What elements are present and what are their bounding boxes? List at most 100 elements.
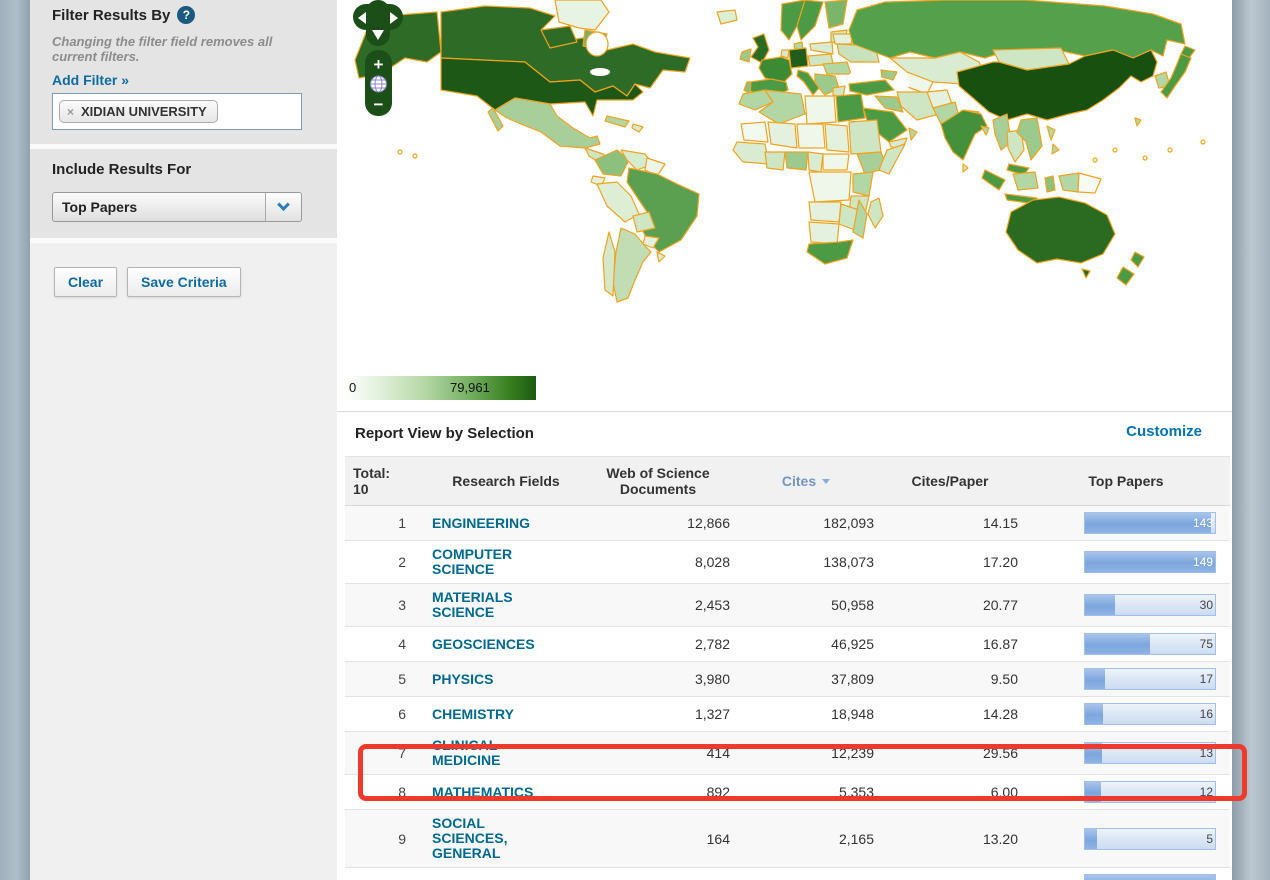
table-row: 6 CHEMISTRY 1,327 18,948 14.28 16 bbox=[345, 696, 1230, 731]
row-rank: 4 bbox=[345, 627, 430, 661]
top-papers-value: 17 bbox=[1200, 669, 1213, 689]
top-papers-bar: 13 bbox=[1084, 742, 1216, 764]
top-papers-value: 149 bbox=[1193, 552, 1213, 572]
row-top-papers-cell: 5 bbox=[1022, 810, 1230, 867]
row-cites: 46,925 bbox=[734, 627, 878, 661]
row-top-papers-cell: 30 bbox=[1022, 584, 1230, 626]
row-docs: 3,980 bbox=[582, 662, 734, 696]
top-papers-bar: 17 bbox=[1084, 668, 1216, 690]
row-cites: 516,472 bbox=[734, 868, 878, 880]
table-row: 9 SOCIAL SCIENCES, GENERAL 164 2,165 13.… bbox=[345, 809, 1230, 867]
remove-filter-icon[interactable]: × bbox=[67, 105, 74, 119]
world-map[interactable] bbox=[345, 0, 1230, 372]
table-row: 4 GEOSCIENCES 2,782 46,925 16.87 75 bbox=[345, 626, 1230, 661]
total-label: Total: bbox=[353, 465, 390, 481]
row-field-cell: CLINICAL MEDICINE bbox=[430, 732, 582, 774]
wos-label: Web of Science Documents bbox=[598, 465, 718, 497]
row-top-papers-cell: 75 bbox=[1022, 627, 1230, 661]
zoom-out-icon[interactable]: − bbox=[374, 95, 384, 114]
column-header-top-papers[interactable]: Top Papers bbox=[1022, 457, 1230, 505]
row-cites-per-paper: 15.05 bbox=[878, 868, 1022, 880]
esi-page: Filter Results By ? Changing the filter … bbox=[0, 0, 1270, 880]
row-cites-per-paper: 17.20 bbox=[878, 541, 1022, 583]
top-papers-value: 75 bbox=[1200, 634, 1213, 654]
row-rank: 2 bbox=[345, 541, 430, 583]
research-field-link[interactable]: CLINICAL MEDICINE bbox=[432, 738, 554, 768]
top-papers-bar: 5 bbox=[1084, 828, 1216, 850]
research-field-link[interactable]: GEOSCIENCES bbox=[432, 637, 554, 652]
page-right-gutter bbox=[1232, 0, 1270, 880]
row-cites-per-paper: 13.20 bbox=[878, 810, 1022, 867]
map-zoom-control[interactable]: + − bbox=[365, 50, 392, 116]
globe-icon[interactable] bbox=[371, 76, 387, 92]
include-results-dropdown[interactable]: Top Papers bbox=[52, 192, 302, 222]
row-field-cell: SOCIAL SCIENCES, GENERAL bbox=[430, 810, 582, 867]
page-left-gutter bbox=[0, 0, 30, 880]
top-papers-bar: 143 bbox=[1084, 512, 1216, 534]
map-color-legend: 0 79,961 bbox=[345, 376, 536, 400]
row-cites-per-paper: 29.56 bbox=[878, 732, 1022, 774]
row-cites: 12,239 bbox=[734, 732, 878, 774]
map-pan-control[interactable] bbox=[353, 0, 403, 46]
row-top-papers-cell: 17 bbox=[1022, 662, 1230, 696]
dropdown-selected-value: Top Papers bbox=[53, 193, 265, 221]
zoom-in-icon[interactable]: + bbox=[374, 55, 384, 74]
row-top-papers-cell: 143 bbox=[1022, 506, 1230, 540]
filter-tag: × XIDIAN UNIVERSITY bbox=[59, 100, 218, 123]
research-field-link[interactable]: SOCIAL SCIENCES, GENERAL bbox=[432, 816, 554, 861]
column-header-cites-per-paper[interactable]: Cites/Paper bbox=[878, 457, 1022, 505]
help-icon[interactable]: ? bbox=[177, 6, 195, 24]
top-papers-value: 143 bbox=[1193, 513, 1213, 533]
research-field-link[interactable]: PHYSICS bbox=[432, 672, 554, 687]
column-header-wos-documents[interactable]: Web of Science Documents bbox=[582, 457, 734, 505]
table-row: 0 ALL FIELDS 34,324 516,472 15.05 470 bbox=[345, 867, 1230, 880]
filter-title-label: Filter Results By bbox=[52, 7, 170, 24]
row-rank: 6 bbox=[345, 697, 430, 731]
report-header: Report View by Selection Customize bbox=[337, 412, 1232, 456]
sort-desc-icon bbox=[822, 479, 830, 484]
row-field-cell: COMPUTER SCIENCE bbox=[430, 541, 582, 583]
row-rank: 1 bbox=[345, 506, 430, 540]
table-row: 8 MATHEMATICS 892 5,353 6.00 12 bbox=[345, 774, 1230, 809]
row-cites: 138,073 bbox=[734, 541, 878, 583]
row-docs: 12,866 bbox=[582, 506, 734, 540]
map-region-south-america[interactable] bbox=[591, 150, 699, 302]
row-field-cell: ENGINEERING bbox=[430, 506, 582, 540]
top-papers-bar-fill bbox=[1085, 782, 1101, 802]
save-criteria-button[interactable]: Save Criteria bbox=[127, 267, 241, 297]
top-papers-bar: 12 bbox=[1084, 781, 1216, 803]
row-cites: 37,809 bbox=[734, 662, 878, 696]
top-papers-value: 470 bbox=[1193, 875, 1213, 880]
top-papers-bar: 75 bbox=[1084, 633, 1216, 655]
row-top-papers-cell: 13 bbox=[1022, 732, 1230, 774]
research-field-link[interactable]: ENGINEERING bbox=[432, 516, 554, 531]
research-field-link[interactable]: COMPUTER SCIENCE bbox=[432, 547, 554, 577]
row-rank: 9 bbox=[345, 810, 430, 867]
filter-sidebar: Filter Results By ? Changing the filter … bbox=[30, 0, 337, 880]
research-field-link[interactable]: MATERIALS SCIENCE bbox=[432, 590, 554, 620]
research-field-link[interactable]: MATHEMATICS bbox=[432, 785, 554, 800]
customize-link[interactable]: Customize bbox=[1126, 423, 1202, 440]
row-field-cell: MATHEMATICS bbox=[430, 775, 582, 809]
column-header-cites[interactable]: Cites bbox=[734, 457, 878, 505]
dropdown-button[interactable] bbox=[265, 193, 301, 221]
filter-panel: Filter Results By ? Changing the filter … bbox=[30, 0, 337, 149]
add-filter-link[interactable]: Add Filter » bbox=[52, 72, 129, 88]
row-cites: 18,948 bbox=[734, 697, 878, 731]
clear-button[interactable]: Clear bbox=[54, 267, 117, 297]
column-header-total: Total: 10 bbox=[345, 457, 430, 505]
row-top-papers-cell: 149 bbox=[1022, 541, 1230, 583]
column-header-research-fields[interactable]: Research Fields bbox=[430, 457, 582, 505]
row-docs: 34,324 bbox=[582, 868, 734, 880]
row-field-cell: ALL FIELDS bbox=[430, 868, 582, 880]
table-header: Total: 10 Research Fields Web of Science… bbox=[345, 456, 1230, 506]
row-docs: 892 bbox=[582, 775, 734, 809]
row-docs: 2,453 bbox=[582, 584, 734, 626]
sidebar-buttons: Clear Save Criteria bbox=[30, 243, 337, 297]
table-row: 7 CLINICAL MEDICINE 414 12,239 29.56 13 bbox=[345, 731, 1230, 774]
research-field-link[interactable]: CHEMISTRY bbox=[432, 707, 554, 722]
legend-min-value: 0 bbox=[349, 380, 356, 395]
map-region-asia-east[interactable] bbox=[941, 46, 1195, 204]
row-cites-per-paper: 16.87 bbox=[878, 627, 1022, 661]
row-top-papers-cell: 16 bbox=[1022, 697, 1230, 731]
